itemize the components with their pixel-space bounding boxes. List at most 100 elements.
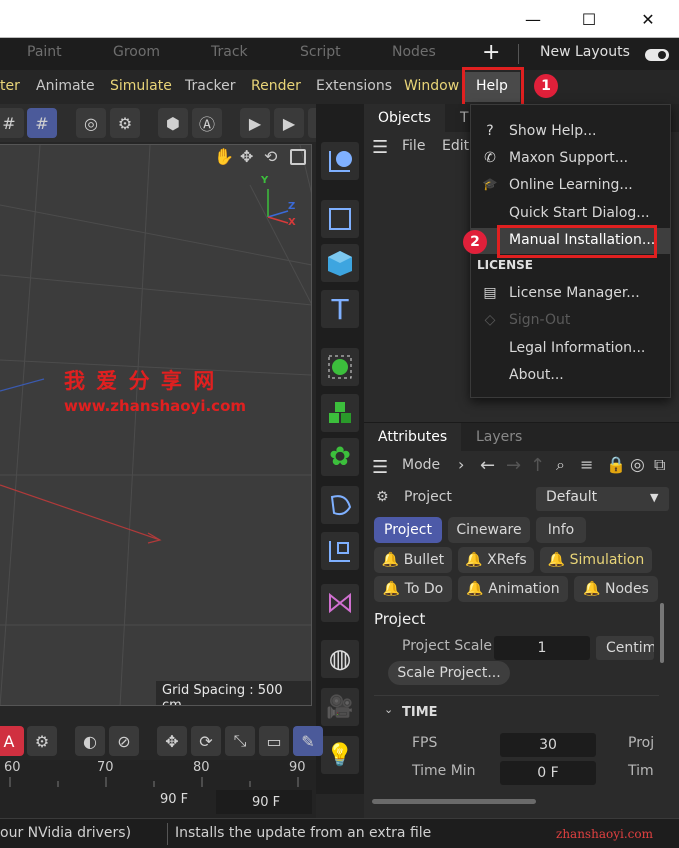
back-arrow-icon[interactable]: ← — [480, 455, 495, 476]
fps-input[interactable]: 30 — [500, 733, 596, 757]
tab-todo[interactable]: 🔔 To Do — [374, 576, 452, 602]
menu-file[interactable]: File — [402, 138, 425, 154]
layout-tab-paint[interactable]: Paint — [27, 44, 62, 60]
menu-item-show-help[interactable]: ? Show Help... — [471, 119, 670, 145]
settings-gear-icon[interactable]: ⚙ — [110, 108, 140, 138]
menu-character[interactable]: ter — [0, 78, 20, 94]
tab-project[interactable]: Project — [374, 517, 442, 543]
chevron-right-icon[interactable]: › — [458, 455, 464, 474]
menu-item-legal-information[interactable]: Legal Information... — [471, 336, 670, 362]
environment-sphere-icon[interactable]: ◍ — [321, 640, 359, 678]
grid-icon[interactable]: # — [0, 108, 24, 138]
tab-attributes[interactable]: Attributes — [364, 423, 462, 451]
move-key-icon[interactable]: ✥ — [157, 726, 187, 756]
scale-key-icon[interactable]: ⤡ — [225, 726, 255, 756]
new-layouts-label[interactable]: New Layouts — [540, 44, 630, 60]
record-keyframe-icon[interactable]: A — [0, 726, 24, 756]
orbit-icon[interactable]: ⟲ — [264, 147, 277, 166]
light-bulb-icon[interactable]: 💡 — [321, 736, 359, 774]
end-frame-value[interactable]: 90 F — [160, 792, 188, 807]
null-object-icon[interactable] — [321, 142, 359, 180]
move-arrows-icon[interactable]: ✥ — [240, 147, 253, 166]
eye-hexagon-icon[interactable]: ⬢ — [158, 108, 188, 138]
menu-item-maxon-support[interactable]: ✆ Maxon Support... — [471, 146, 670, 172]
volume-icon[interactable] — [321, 584, 359, 622]
cube-primitive-icon[interactable] — [321, 244, 359, 282]
add-layout-icon[interactable]: + — [482, 40, 500, 65]
menu-edit[interactable]: Edit — [442, 138, 469, 154]
scale-project-button[interactable]: Scale Project... — [388, 661, 510, 685]
deformer-icon[interactable] — [321, 486, 359, 524]
menu-render[interactable]: Render — [251, 78, 301, 94]
project-scale-unit-dropdown[interactable]: Centim — [596, 636, 654, 660]
point-level-key-icon[interactable]: ✎ — [293, 726, 323, 756]
tab-animation[interactable]: 🔔 Animation — [458, 576, 568, 602]
field-object-icon[interactable] — [321, 532, 359, 570]
timeline-ruler[interactable]: 60 70 80 90 90 F 90 F — [0, 760, 316, 818]
vertical-scrollbar[interactable] — [660, 603, 664, 663]
menu-tracker[interactable]: Tracker — [185, 78, 236, 94]
tick-label: 80 — [193, 760, 210, 775]
project-scale-input[interactable]: 1 — [494, 636, 590, 660]
parameter-key-icon[interactable]: ▭ — [259, 726, 289, 756]
auto-keying-icon[interactable]: Ⓐ — [192, 108, 222, 138]
layout-tab-script[interactable]: Script — [300, 44, 341, 60]
chevron-down-icon[interactable]: ⌄ — [384, 703, 393, 716]
tab-layers[interactable]: Layers — [462, 423, 536, 451]
clapper-render-icon[interactable]: ▶ — [240, 108, 270, 138]
search-icon[interactable]: ⌕ — [556, 455, 565, 475]
radial-icon[interactable]: ◎ — [76, 108, 106, 138]
tab-bullet[interactable]: 🔔 Bullet — [374, 547, 452, 573]
layout-tab-track[interactable]: Track — [211, 44, 248, 60]
snap-grid-icon[interactable]: # — [27, 108, 57, 138]
menu-extensions[interactable]: Extensions — [316, 78, 392, 94]
menu-animate[interactable]: Animate — [36, 78, 95, 94]
menu-simulate[interactable]: Simulate — [110, 78, 172, 94]
close-button[interactable]: ✕ — [625, 0, 671, 38]
lock-icon[interactable]: 🔒 — [606, 455, 626, 474]
layouts-toggle[interactable] — [645, 49, 669, 61]
rectangle-spline-icon[interactable] — [321, 200, 359, 238]
tab-objects[interactable]: Objects — [364, 104, 445, 132]
preset-dropdown[interactable]: Default ▼ — [536, 487, 669, 511]
filter-icon[interactable]: ≡ — [580, 455, 593, 474]
menu-window[interactable]: Window — [404, 78, 459, 94]
minimize-button[interactable]: — — [510, 0, 556, 38]
attributes-menu-icon[interactable]: ☰ — [372, 457, 388, 478]
tab-xrefs[interactable]: 🔔 XRefs — [458, 547, 534, 573]
generator-icon[interactable] — [321, 348, 359, 386]
pan-hand-icon[interactable]: ✋ — [214, 147, 234, 166]
time-min-input[interactable]: 0 F — [500, 761, 596, 785]
menu-item-about[interactable]: About... — [471, 363, 670, 389]
layout-tab-nodes[interactable]: Nodes — [392, 44, 436, 60]
horizontal-scrollbar[interactable] — [372, 799, 536, 804]
camera-icon[interactable]: 🎥 — [321, 688, 359, 726]
tab-simulation[interactable]: 🔔 Simulation — [540, 547, 652, 573]
menu-item-online-learning[interactable]: 🎓 Online Learning... — [471, 173, 670, 199]
new-window-icon[interactable]: ⧉ — [654, 455, 665, 475]
maximize-view-icon[interactable] — [290, 149, 306, 165]
no-keying-icon[interactable]: ⊘ — [109, 726, 139, 756]
section-time[interactable]: TIME — [402, 705, 438, 720]
project-scale-label: Project Scale — [402, 638, 493, 654]
mouse-keying-icon[interactable]: ◐ — [75, 726, 105, 756]
tab-cineware[interactable]: Cineware — [448, 517, 530, 543]
render-active-icon[interactable]: ▶ — [274, 108, 304, 138]
tab-nodes[interactable]: 🔔 Nodes — [574, 576, 658, 602]
mode-menu[interactable]: Mode — [402, 457, 440, 473]
effector-gear-icon[interactable]: ✿ — [321, 438, 359, 476]
menu-item-license-manager[interactable]: ▤ License Manager... — [471, 281, 670, 307]
keyframe-settings-gear-icon[interactable]: ⚙ — [27, 726, 57, 756]
tab-info[interactable]: Info — [536, 517, 586, 543]
layout-tab-groom[interactable]: Groom — [113, 44, 160, 60]
maximize-button[interactable]: ☐ — [566, 0, 612, 38]
grid-spacing-label: Grid Spacing : 500 cm — [156, 681, 311, 705]
rotate-key-icon[interactable]: ⟳ — [191, 726, 221, 756]
text-spline-icon[interactable]: T — [321, 290, 359, 328]
3d-viewport[interactable]: Y Z X ✋ ✥ ⟲ 我 爱 分 享 网 www.zhanshaoyi.com… — [0, 144, 312, 706]
menu-item-quick-start[interactable]: Quick Start Dialog... — [471, 201, 670, 227]
cloner-icon[interactable] — [321, 394, 359, 432]
hamburger-menu-icon[interactable]: ☰ — [372, 137, 388, 158]
target-icon[interactable]: ◎ — [630, 455, 645, 475]
max-frame-field[interactable]: 90 F — [216, 790, 312, 814]
